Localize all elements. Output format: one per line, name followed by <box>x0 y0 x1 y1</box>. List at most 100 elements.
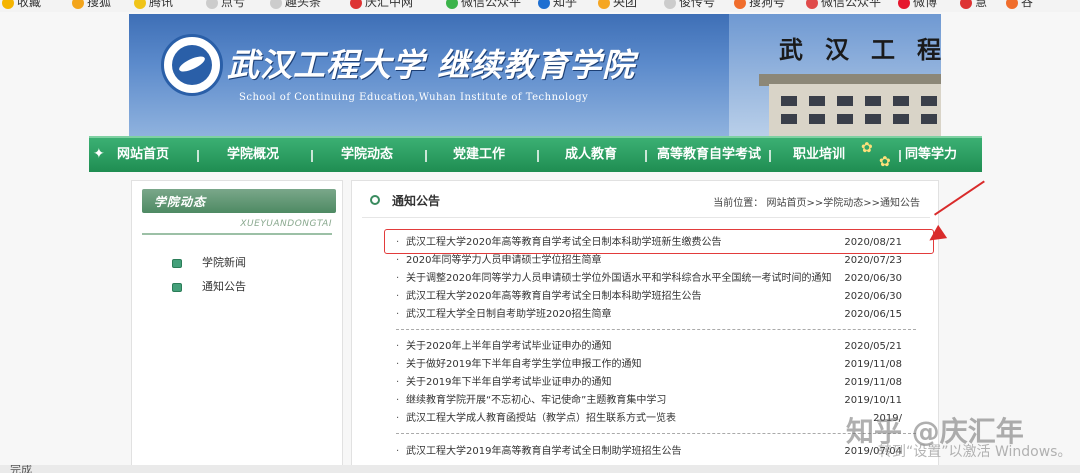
bookmark-item[interactable]: 收藏 <box>2 0 41 9</box>
bookmark-item[interactable]: 谷 <box>1006 0 1033 9</box>
site-icon <box>350 0 362 9</box>
sogou-icon <box>734 0 746 9</box>
school-name-cn: 武汉工程大学 继续教育学院 <box>227 46 636 84</box>
nav-training[interactable]: 职业培训 <box>793 147 845 163</box>
wechat-icon <box>806 0 818 9</box>
flower-icon: ✿ <box>861 140 873 156</box>
bookmark-item[interactable]: 趣头条 <box>270 0 321 9</box>
news-title: 关于2020年上半年自学考试毕业证申办的通知 <box>406 341 612 352</box>
bookmark-item[interactable]: 微博 <box>898 0 937 9</box>
bullet-dot-icon: · <box>396 377 400 388</box>
news-title: 武汉工程大学成人教育函授站（教学点）招生联系方式一览表 <box>406 413 676 424</box>
bullet-dot-icon: · <box>396 341 400 352</box>
sidebar-item-label: 学院新闻 <box>202 256 246 269</box>
bookmark-label: 趣头条 <box>285 0 322 9</box>
school-name-en: School of Continuing Education,Wuhan Ins… <box>239 92 589 103</box>
nav-separator <box>537 150 539 162</box>
news-date: 2020/06/30 <box>844 291 902 302</box>
news-item[interactable]: · 关于2019年下半年自学考试毕业证申办的通知 2019/11/08 <box>396 374 916 392</box>
building-window <box>893 114 909 124</box>
bookmark-item[interactable]: 俊传号 <box>664 0 715 9</box>
bookmark-label: 微博 <box>913 0 938 9</box>
main-nav: ✦ 网站首页 学院概况 学院动态 党建工作 成人教育 高等教育自学考试 职业培训… <box>89 136 982 172</box>
news-item[interactable]: · 关于做好2019年下半年自考学生学位申报工作的通知 2019/11/08 <box>396 356 916 374</box>
bookmark-label: 俊传号 <box>679 0 716 9</box>
news-item[interactable]: · 武汉工程大学2020年高等教育自学考试全日制本科助学班招生公告 2020/06/… <box>396 288 916 306</box>
bookmark-label: 谷 <box>1021 0 1034 9</box>
highlight-annotation-box <box>384 229 934 254</box>
nav-about[interactable]: 学院概况 <box>227 147 279 163</box>
bullet-dot-icon: · <box>396 309 400 320</box>
bookmark-item[interactable]: 知乎 <box>538 0 577 9</box>
nav-adult-edu[interactable]: 成人教育 <box>565 147 617 163</box>
bookmark-item[interactable]: 腾讯 <box>134 0 173 9</box>
bullet-dot-icon: · <box>396 255 400 266</box>
bookmarks-bar: 收藏 搜狐 腾讯 点亏 趣头条 庆汇中网 微信公众平 知乎 央团 俊传号 搜狗号… <box>0 0 1080 12</box>
news-date: 2019/11/08 <box>844 359 902 370</box>
nav-equivalent[interactable]: 同等学力 <box>905 147 957 163</box>
bullet-dot-icon: · <box>396 446 400 457</box>
sidebar: 学院动态 XUEYUANDONGTAI 学院新闻 通知公告 <box>131 180 343 470</box>
bookmark-label: 搜狐 <box>87 0 112 9</box>
news-item[interactable]: · 武汉工程大学全日制自考助学班2020招生简章 2020/06/15 <box>396 306 916 324</box>
sidebar-subtitle: XUEYUANDONGTAI <box>240 219 332 229</box>
news-date: 2020/06/15 <box>844 309 902 320</box>
school-seal-logo[interactable] <box>161 34 223 96</box>
news-item[interactable]: · 关于调整2020年同等学力人员申请硕士学位外国语水平和学科综合水平全国统一考试… <box>396 270 916 288</box>
news-date: 2020/07/23 <box>844 255 902 266</box>
page-icon <box>206 0 218 9</box>
sidebar-item-label: 通知公告 <box>202 280 246 293</box>
news-date: 2019/11/08 <box>844 377 902 388</box>
weibo-icon <box>898 0 910 9</box>
group-divider <box>396 433 916 434</box>
building-title: 武汉工程大学 <box>779 35 941 64</box>
news-item[interactable]: · 武汉工程大学成人教育函授站（教学点）招生联系方式一览表 2019/ <box>396 410 916 428</box>
nav-separator <box>311 150 313 162</box>
sidebar-title: 学院动态 <box>154 195 207 209</box>
nav-self-exam[interactable]: 高等教育自学考试 <box>657 147 761 163</box>
bookmark-item[interactable]: 点亏 <box>206 0 245 9</box>
bookmark-item[interactable]: 搜狐 <box>72 0 111 9</box>
bookmark-item[interactable]: 央团 <box>598 0 637 9</box>
bookmark-item[interactable]: 慧 <box>960 0 987 9</box>
news-item[interactable]: · 继续教育学院开展“不忘初心、牢记使命”主题教育集中学习 2019/10/11 <box>396 392 916 410</box>
status-bar: 完成 <box>0 465 1080 473</box>
building-facade <box>769 84 941 136</box>
nav-separator <box>197 150 199 162</box>
news-title: 武汉工程大学全日制自考助学班2020招生简章 <box>406 309 612 320</box>
title-circle-icon <box>370 195 380 205</box>
section-title: 通知公告 <box>392 194 441 208</box>
page-icon <box>664 0 676 9</box>
nav-party[interactable]: 党建工作 <box>453 147 505 163</box>
news-title: 关于调整2020年同等学力人员申请硕士学位外国语水平和学科综合水平全国统一考试时… <box>406 273 832 284</box>
bookmark-label: 收藏 <box>17 0 42 9</box>
news-date: 2020/05/21 <box>844 341 902 352</box>
bookmark-label: 慧 <box>975 0 988 9</box>
bookmark-label: 庆汇中网 <box>365 0 414 9</box>
group-divider <box>396 329 916 330</box>
page-icon <box>960 0 972 9</box>
bullet-dot-icon: · <box>396 359 400 370</box>
building-window <box>837 114 853 124</box>
breadcrumb[interactable]: 当前位置： 网站首页>>学院动态>>通知公告 <box>713 194 920 209</box>
news-title: 2020年同等学力人员申请硕士学位招生简章 <box>406 255 602 266</box>
page-icon <box>1006 0 1018 9</box>
bookmark-item[interactable]: 微信公众平 <box>446 0 521 9</box>
news-item[interactable]: · 2020年同等学力人员申请硕士学位招生简章 2020/07/23 <box>396 252 916 270</box>
bullet-dot-icon: · <box>396 395 400 406</box>
sidebar-item-notices[interactable]: 通知公告 <box>172 279 332 295</box>
building-window <box>865 96 881 106</box>
bullet-dot-icon: · <box>396 273 400 284</box>
news-item[interactable]: · 关于2020年上半年自学考试毕业证申办的通知 2020/05/21 <box>396 338 916 356</box>
bookmark-item[interactable]: 庆汇中网 <box>350 0 413 9</box>
bookmark-item[interactable]: 搜狗号 <box>734 0 785 9</box>
sohu-icon <box>72 0 84 9</box>
nav-home[interactable]: 网站首页 <box>117 147 169 163</box>
news-item[interactable]: · 武汉工程大学2019年高等教育自学考试全日制助学班招生公告 2019/07/04 <box>396 443 916 461</box>
sidebar-item-news[interactable]: 学院新闻 <box>172 255 332 271</box>
windows-activation-watermark: 转到“设置”以激活 Windows。 <box>878 444 1072 460</box>
news-title: 继续教育学院开展“不忘初心、牢记使命”主题教育集中学习 <box>406 395 667 406</box>
building-window <box>809 96 825 106</box>
nav-news[interactable]: 学院动态 <box>341 147 393 163</box>
bookmark-item[interactable]: 微信公众平 <box>806 0 881 9</box>
